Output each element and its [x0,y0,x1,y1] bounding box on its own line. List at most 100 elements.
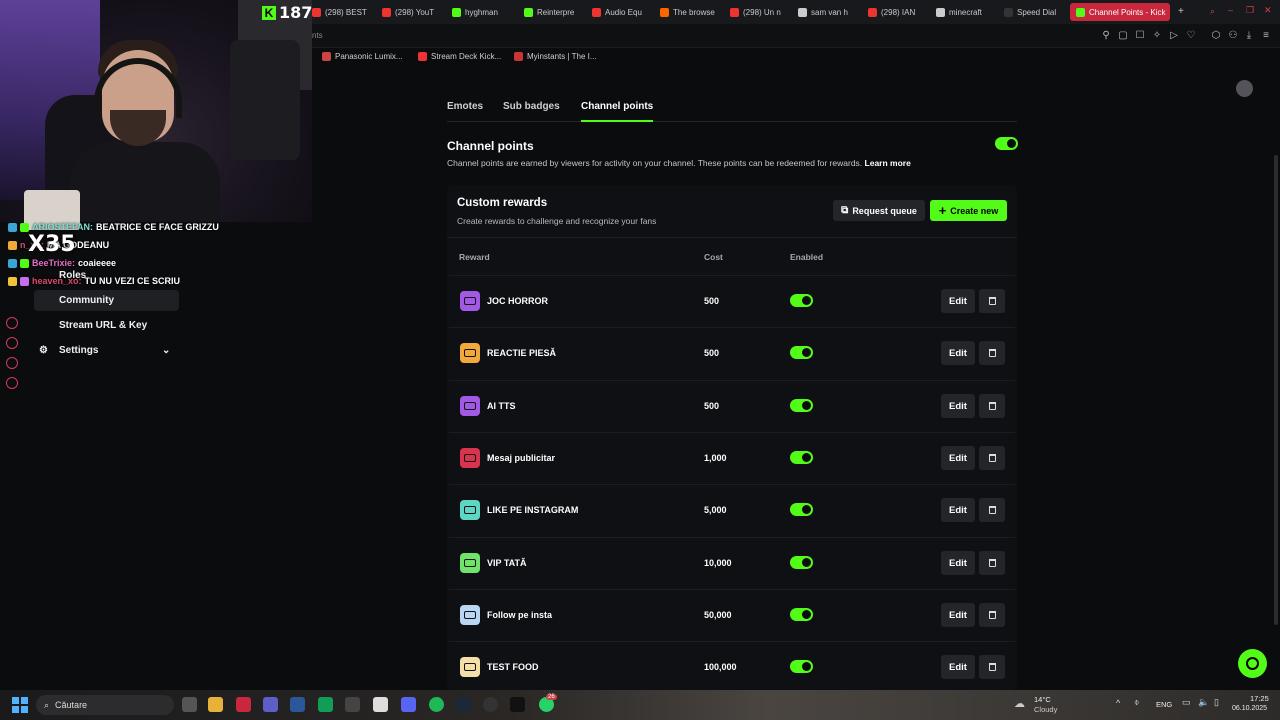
sidebar-item-stream-url[interactable]: Stream URL & Key [34,315,179,336]
learn-more-link[interactable]: Learn more [865,158,911,168]
delete-button[interactable] [979,603,1005,627]
sidebar-item-community[interactable]: Community [34,290,179,311]
heart-icon[interactable]: ♡ [1185,30,1197,42]
windows-start-icon[interactable] [12,697,28,713]
obs-icon[interactable] [483,697,498,712]
minimize-icon[interactable]: – [1228,5,1233,15]
browser-tab[interactable]: Speed Dial [1004,3,1060,21]
browser-tab[interactable]: (298) IAN [868,3,928,21]
channel-points-toggle[interactable] [995,137,1018,150]
file-explorer-icon[interactable] [208,697,223,712]
language-indicator[interactable]: ENG [1156,700,1172,709]
browser-tab[interactable]: The browse [660,3,724,21]
tab-channel-points[interactable]: Channel points [581,101,653,112]
reward-enabled-toggle[interactable] [790,608,813,621]
edit-button[interactable]: Edit [941,603,975,627]
delete-button[interactable] [979,551,1005,575]
chat-username: ARIOSTEFAN: [32,222,94,232]
play-icon[interactable]: ▷ [1168,30,1180,42]
extensions-icon[interactable]: ✧ [1151,30,1163,42]
clock-time[interactable]: 17:25 [1250,694,1269,703]
edge-icon[interactable] [318,697,333,712]
taskbar-search[interactable]: ⌕ Căutare [36,695,174,715]
edit-button[interactable]: Edit [941,394,975,418]
edit-button[interactable]: Edit [941,341,975,365]
reward-enabled-toggle[interactable] [790,346,813,359]
delete-button[interactable] [979,655,1005,679]
download-icon[interactable]: ⤓ [1243,30,1255,42]
viewer-count: 187 [279,3,313,22]
search-tabs-icon[interactable]: ⌕ [1210,6,1215,17]
opera-icon[interactable] [236,697,251,712]
browser-tab[interactable]: Audio Equ [592,3,652,21]
pin-icon[interactable]: ⚲ [1100,30,1112,42]
browser-tab[interactable]: (298) YouT [382,3,442,21]
delete-button[interactable] [979,289,1005,313]
browser-tab[interactable]: sam van h [798,3,858,21]
browser-tab[interactable]: Channel Points - Kick [1070,3,1170,21]
browser-tab[interactable]: Reinterpre [524,3,584,21]
dashboard-icon[interactable] [6,317,18,329]
edit-button[interactable]: Edit [941,655,975,679]
scrollbar[interactable] [1274,155,1278,625]
new-tab-icon[interactable]: + [1178,6,1184,17]
browser-tab[interactable]: minecraft [936,3,996,21]
edit-button[interactable]: Edit [941,498,975,522]
delete-button[interactable] [979,394,1005,418]
reward-enabled-toggle[interactable] [790,451,813,464]
word-icon[interactable] [290,697,305,712]
cube-icon[interactable]: ⬡ [1210,30,1222,42]
tab-emotes[interactable]: Emotes [447,101,483,112]
volume-icon[interactable]: 🔈 [1198,697,1209,708]
reward-enabled-toggle[interactable] [790,556,813,569]
reward-enabled-toggle[interactable] [790,503,813,516]
bookmark-item[interactable]: Panasonic Lumix... [322,52,403,61]
reward-enabled-toggle[interactable] [790,294,813,307]
delete-button[interactable] [979,341,1005,365]
help-button[interactable] [1238,649,1267,678]
address-bar-fragment[interactable]: nts [312,31,323,40]
weather-temp[interactable]: 14°C [1034,695,1051,704]
bookmark-icon[interactable]: ☐ [1134,30,1146,42]
browser-tab[interactable]: hyghman [452,3,512,21]
history-icon[interactable] [6,337,18,349]
teams-icon[interactable] [263,697,278,712]
display-icon[interactable]: ▭ [1182,697,1191,708]
bookmark-item[interactable]: Myinstants | The I... [514,52,597,61]
delete-button[interactable] [979,446,1005,470]
account-icon[interactable]: ⚇ [1227,30,1239,42]
edit-button[interactable]: Edit [941,446,975,470]
request-queue-button[interactable]: ⧉ Request queue [833,200,925,221]
spotify-icon[interactable] [429,697,444,712]
steam-icon[interactable] [456,697,471,712]
tray-chevron-icon[interactable]: ^ [1116,698,1120,708]
mic-icon[interactable]: ⌽ [1134,697,1139,708]
task-view-icon[interactable] [182,697,197,712]
reward-enabled-toggle[interactable] [790,399,813,412]
chat-icon[interactable] [6,357,18,369]
capcut-icon[interactable] [510,697,525,712]
battery-icon[interactable]: ▯ [1214,697,1219,708]
app-icon[interactable] [345,697,360,712]
browser-tab[interactable]: (298) BEST [312,3,372,21]
discord-icon[interactable] [401,697,416,712]
bookmark-item[interactable]: Stream Deck Kick... [418,52,501,61]
edit-button[interactable]: Edit [941,289,975,313]
avatar[interactable] [1236,80,1253,97]
menu-icon[interactable]: ≡ [1260,30,1272,42]
snapshot-icon[interactable]: ▢ [1117,30,1129,42]
maximize-icon[interactable]: ❐ [1246,5,1254,16]
delete-button[interactable] [979,498,1005,522]
tab-favicon-icon [868,7,877,17]
edit-button[interactable]: Edit [941,551,975,575]
table-row: Follow pe insta 50,000 Edit [447,589,1017,641]
create-new-button[interactable]: + Create new [930,200,1007,221]
tab-sub-badges[interactable]: Sub badges [503,101,560,112]
chevron-down-icon[interactable]: ⌄ [162,345,170,356]
reward-enabled-toggle[interactable] [790,660,813,673]
store-icon[interactable] [373,697,388,712]
settings-gear-icon[interactable] [6,377,18,389]
browser-tab[interactable]: (298) Un n [730,3,790,21]
sidebar-item-settings[interactable]: ⚙ Settings ⌄ [34,340,179,361]
close-window-icon[interactable]: ✕ [1264,5,1272,16]
